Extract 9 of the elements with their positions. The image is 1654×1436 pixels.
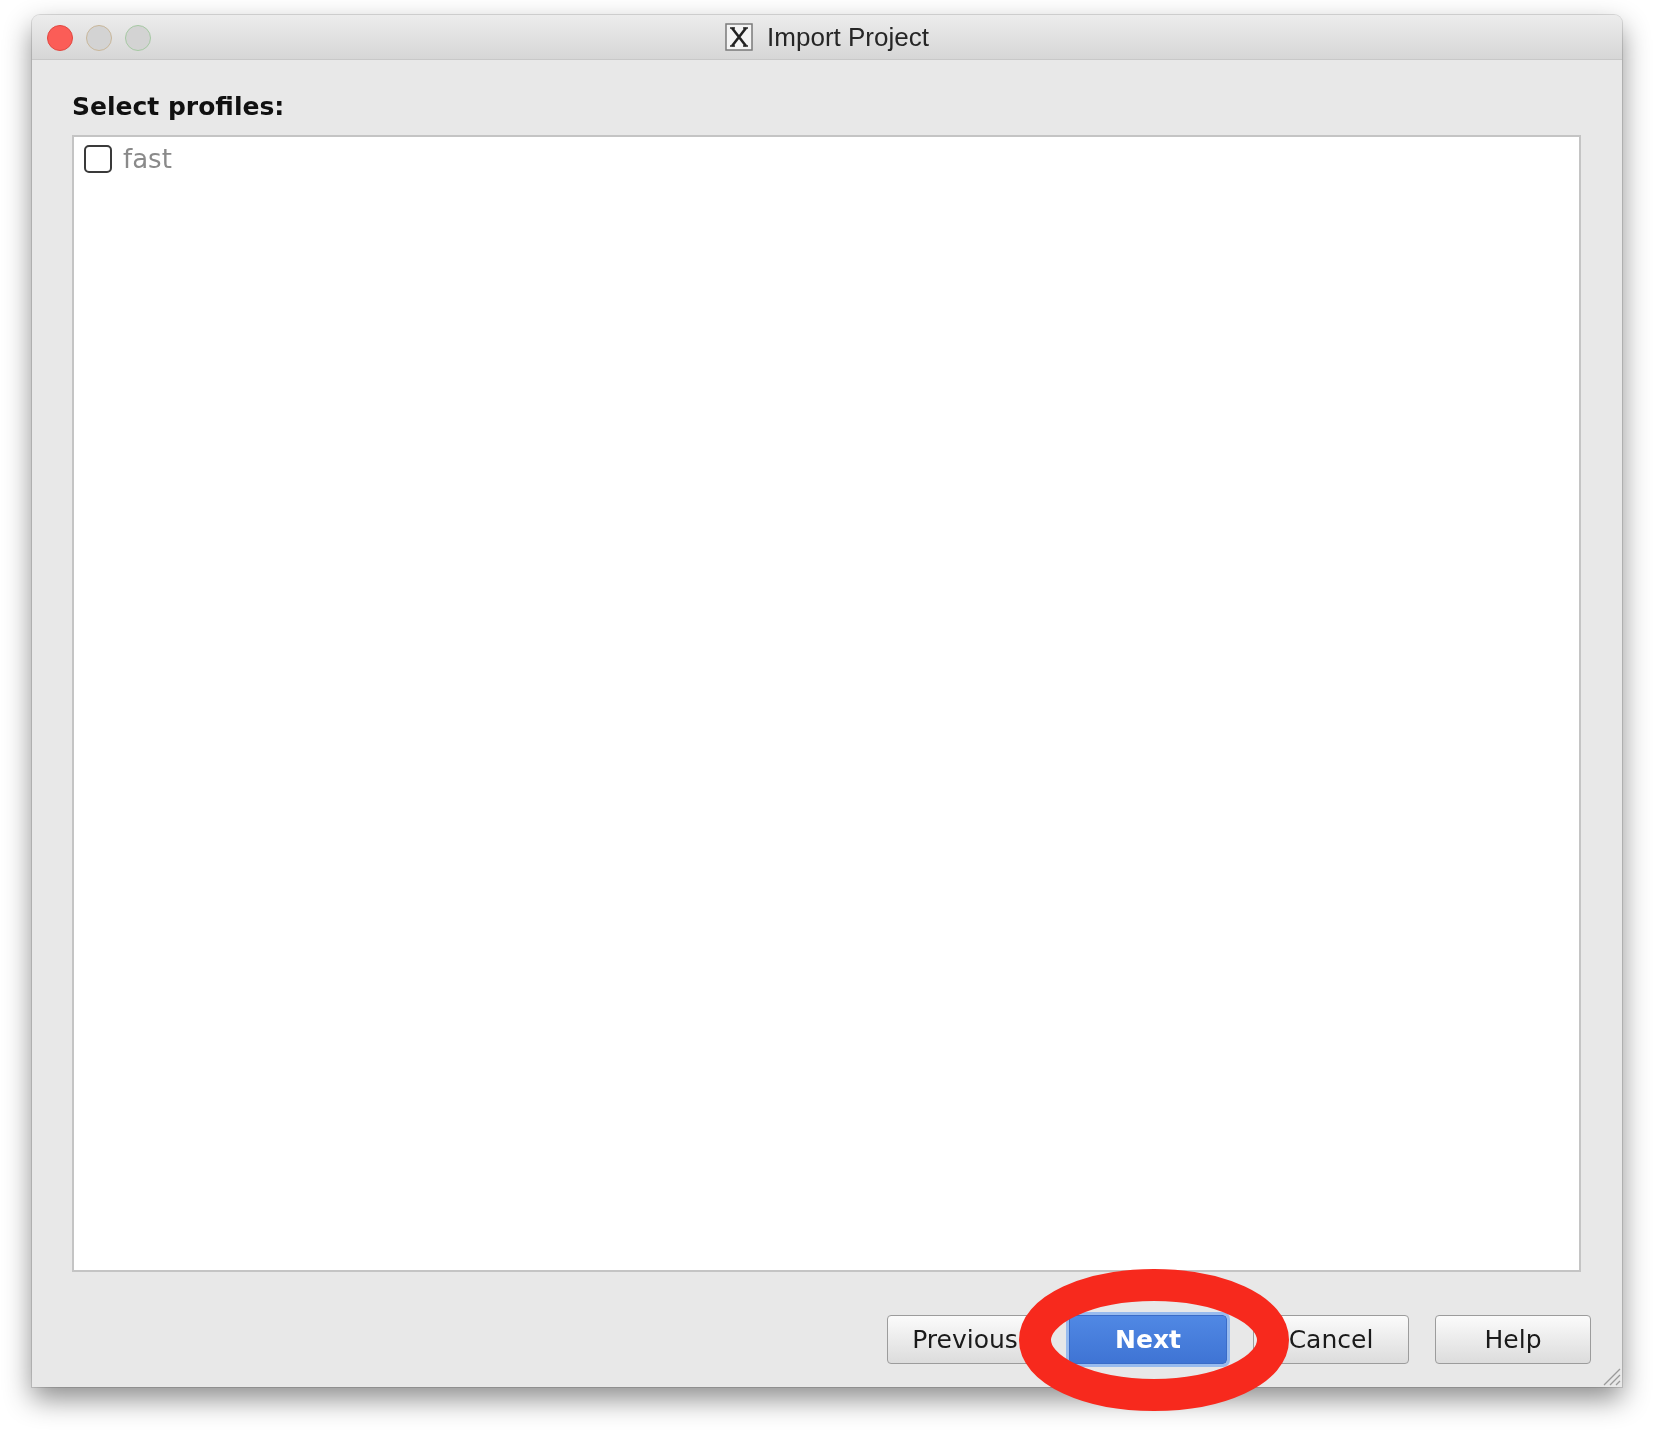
boxed-x-icon — [725, 23, 754, 51]
minimize-button[interactable] — [86, 25, 112, 51]
close-button[interactable] — [47, 25, 73, 51]
checkbox[interactable] — [84, 145, 112, 173]
window-title: Import Project — [767, 21, 929, 53]
dialog-button[interactable]: Help — [1435, 1315, 1591, 1364]
dialog-button[interactable]: Next — [1069, 1315, 1227, 1364]
section-label: Select profiles: — [72, 92, 285, 122]
zoom-button[interactable] — [125, 25, 151, 51]
